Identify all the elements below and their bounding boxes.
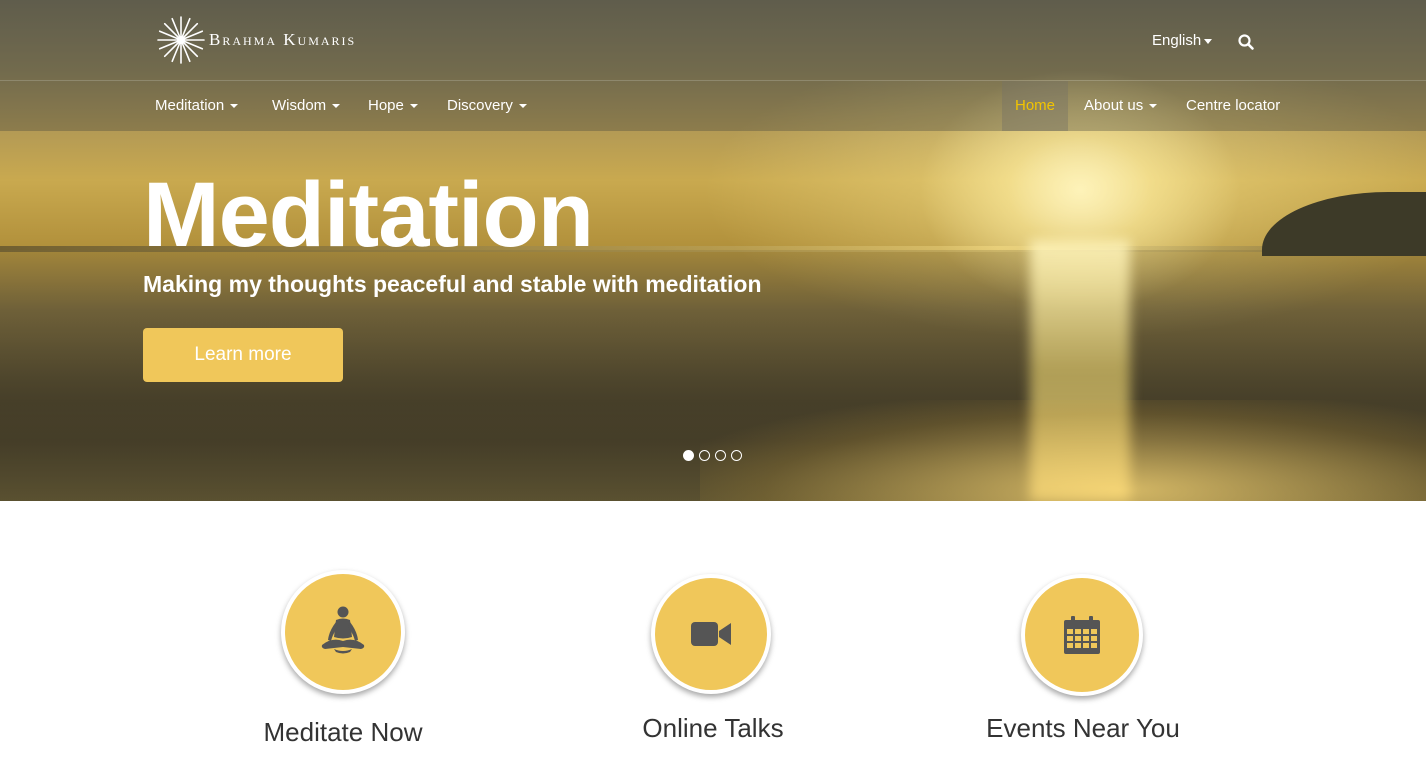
carousel-dot-3[interactable]	[715, 450, 726, 461]
brand-name: Brahma Kumaris	[209, 30, 357, 49]
nav-item-about-us[interactable]: About us	[1084, 81, 1158, 131]
nav-item-meditation[interactable]: Meditation	[155, 81, 239, 131]
nav-label: About us	[1084, 97, 1144, 114]
feature-label: Meditate Now	[263, 717, 423, 747]
nav-label: Hope	[368, 97, 404, 114]
nav-item-hope[interactable]: Hope	[368, 81, 418, 131]
nav-label: Wisdom	[272, 97, 327, 114]
feature-label: Events Near You	[986, 713, 1180, 743]
nav-label: Discovery	[447, 97, 513, 114]
hero-subtitle: Making my thoughts peaceful and stable w…	[143, 271, 762, 297]
search-button[interactable]	[1237, 33, 1255, 51]
caret-down-icon	[409, 104, 418, 109]
carousel-indicators	[683, 450, 742, 461]
language-selector[interactable]: English	[1152, 32, 1213, 49]
search-icon	[1238, 34, 1254, 50]
carousel-dot-4[interactable]	[731, 450, 742, 461]
nav-label: Meditation	[155, 97, 225, 114]
nav-item-home[interactable]: Home	[1002, 81, 1069, 131]
learn-more-button[interactable]: Learn more	[143, 328, 343, 382]
video-camera-icon	[691, 622, 731, 646]
caret-down-icon	[1204, 38, 1213, 44]
nav-item-centre-locator[interactable]: Centre locator	[1186, 81, 1280, 131]
nav-label: Home	[1015, 97, 1056, 114]
carousel-dot-2[interactable]	[699, 450, 710, 461]
caret-down-icon	[332, 104, 341, 109]
language-label: English	[1152, 32, 1202, 49]
main-nav: Meditation Wisdom Hope Discovery Home Ab…	[0, 81, 1426, 131]
hero-title: Meditation	[143, 164, 594, 266]
calendar-icon	[1064, 616, 1100, 654]
feature-circle[interactable]	[1021, 574, 1143, 696]
nav-label: Centre locator	[1186, 97, 1281, 114]
beach-glow	[700, 400, 1426, 501]
meditation-figure-icon	[321, 606, 365, 654]
nav-item-discovery[interactable]: Discovery	[447, 81, 527, 131]
sunburst-logo-icon	[157, 16, 205, 64]
feature-circle[interactable]	[281, 570, 405, 694]
top-bar: Brahma Kumaris English	[0, 0, 1426, 81]
feature-label: Online Talks	[642, 713, 784, 743]
nav-item-wisdom[interactable]: Wisdom	[272, 81, 341, 131]
feature-circle[interactable]	[651, 574, 771, 694]
caret-down-icon	[1149, 104, 1158, 109]
caret-down-icon	[518, 104, 527, 109]
brand-logo[interactable]: Brahma Kumaris	[157, 15, 356, 65]
carousel-dot-1[interactable]	[683, 450, 694, 461]
caret-down-icon	[230, 104, 239, 109]
